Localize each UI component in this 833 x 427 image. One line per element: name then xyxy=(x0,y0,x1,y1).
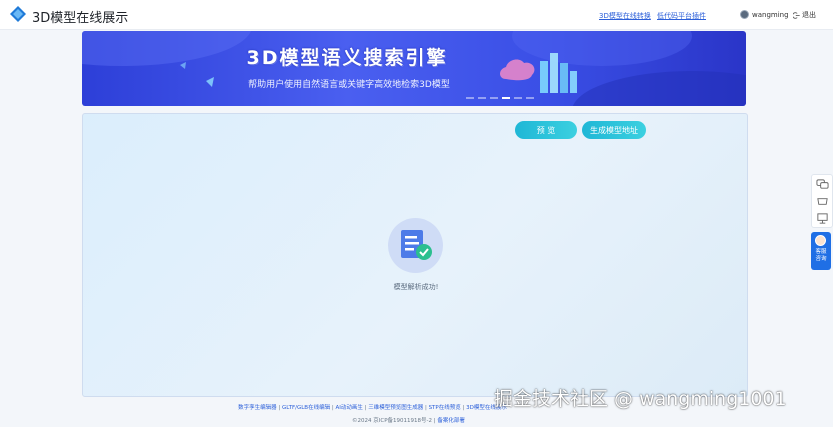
carousel-dot[interactable] xyxy=(514,97,522,99)
user-avatar xyxy=(740,10,749,19)
banner-subtitle: 帮助用户使用自然语言或关键字高效地检索3D模型 xyxy=(248,80,450,90)
logout-button[interactable]: 退出 xyxy=(793,10,816,20)
cart-icon[interactable] xyxy=(816,195,829,208)
service-avatar xyxy=(815,235,826,246)
footer-link[interactable]: AI动动画生 xyxy=(335,405,362,411)
monitor-icon[interactable] xyxy=(816,212,829,225)
username: wangming xyxy=(752,10,789,19)
watermark-text: 掘金技术社区 @ wangming1001 xyxy=(494,388,787,410)
preview-button[interactable]: 预 览 xyxy=(515,121,577,139)
generate-model-url-button[interactable]: 生成模型地址 xyxy=(582,121,646,139)
user-menu[interactable]: wangming xyxy=(740,10,789,19)
carousel-dot[interactable] xyxy=(466,97,474,99)
status-text: 模型解析成功! xyxy=(393,283,439,291)
side-toolbar xyxy=(811,174,833,228)
carousel-indicators xyxy=(466,97,534,99)
app-title: 3D模型在线展示 xyxy=(32,11,129,26)
app-logo-icon xyxy=(10,6,26,22)
carousel-dot[interactable] xyxy=(490,97,498,99)
customer-service-button[interactable]: 客服 咨询 xyxy=(811,232,831,270)
footer-link[interactable]: 数字孪生编辑器 xyxy=(238,405,277,411)
banner-title: 3D模型语义搜索引擎 xyxy=(246,47,448,69)
service-label: 客服 咨询 xyxy=(815,249,827,262)
nav-link-model-convert[interactable]: 3D模型在线转换 xyxy=(599,11,651,21)
footer-link[interactable]: GLTF/GLB在线编辑 xyxy=(282,405,330,411)
footer-link[interactable]: STP在线预览 xyxy=(429,405,461,411)
top-bar: 3D模型在线展示 3D模型在线转换 低代码平台插件 wangming 退出 xyxy=(0,0,833,30)
carousel-dot[interactable] xyxy=(478,97,486,99)
nav-link-lowcode-plugin[interactable]: 低代码平台插件 xyxy=(657,11,706,21)
hero-banner[interactable]: 3D模型语义搜索引擎 帮助用户使用自然语言或关键字高效地检索3D模型 xyxy=(82,31,746,106)
carousel-dot-active[interactable] xyxy=(502,97,510,99)
footer-extra-link[interactable]: 备案化部署 xyxy=(437,418,465,424)
model-upload-panel: 预 览 生成模型地址 模型解析成功! xyxy=(82,113,748,397)
logout-label: 退出 xyxy=(802,11,816,19)
success-document-icon xyxy=(388,218,443,273)
footer-link[interactable]: 三维模型预览图生成器 xyxy=(368,405,423,411)
chat-icon[interactable] xyxy=(816,178,829,191)
carousel-dot[interactable] xyxy=(526,97,534,99)
logout-icon xyxy=(793,11,800,19)
footer-copyright: ©2024 京ICP备19011918号-2 | 备案化部署 xyxy=(352,418,465,424)
